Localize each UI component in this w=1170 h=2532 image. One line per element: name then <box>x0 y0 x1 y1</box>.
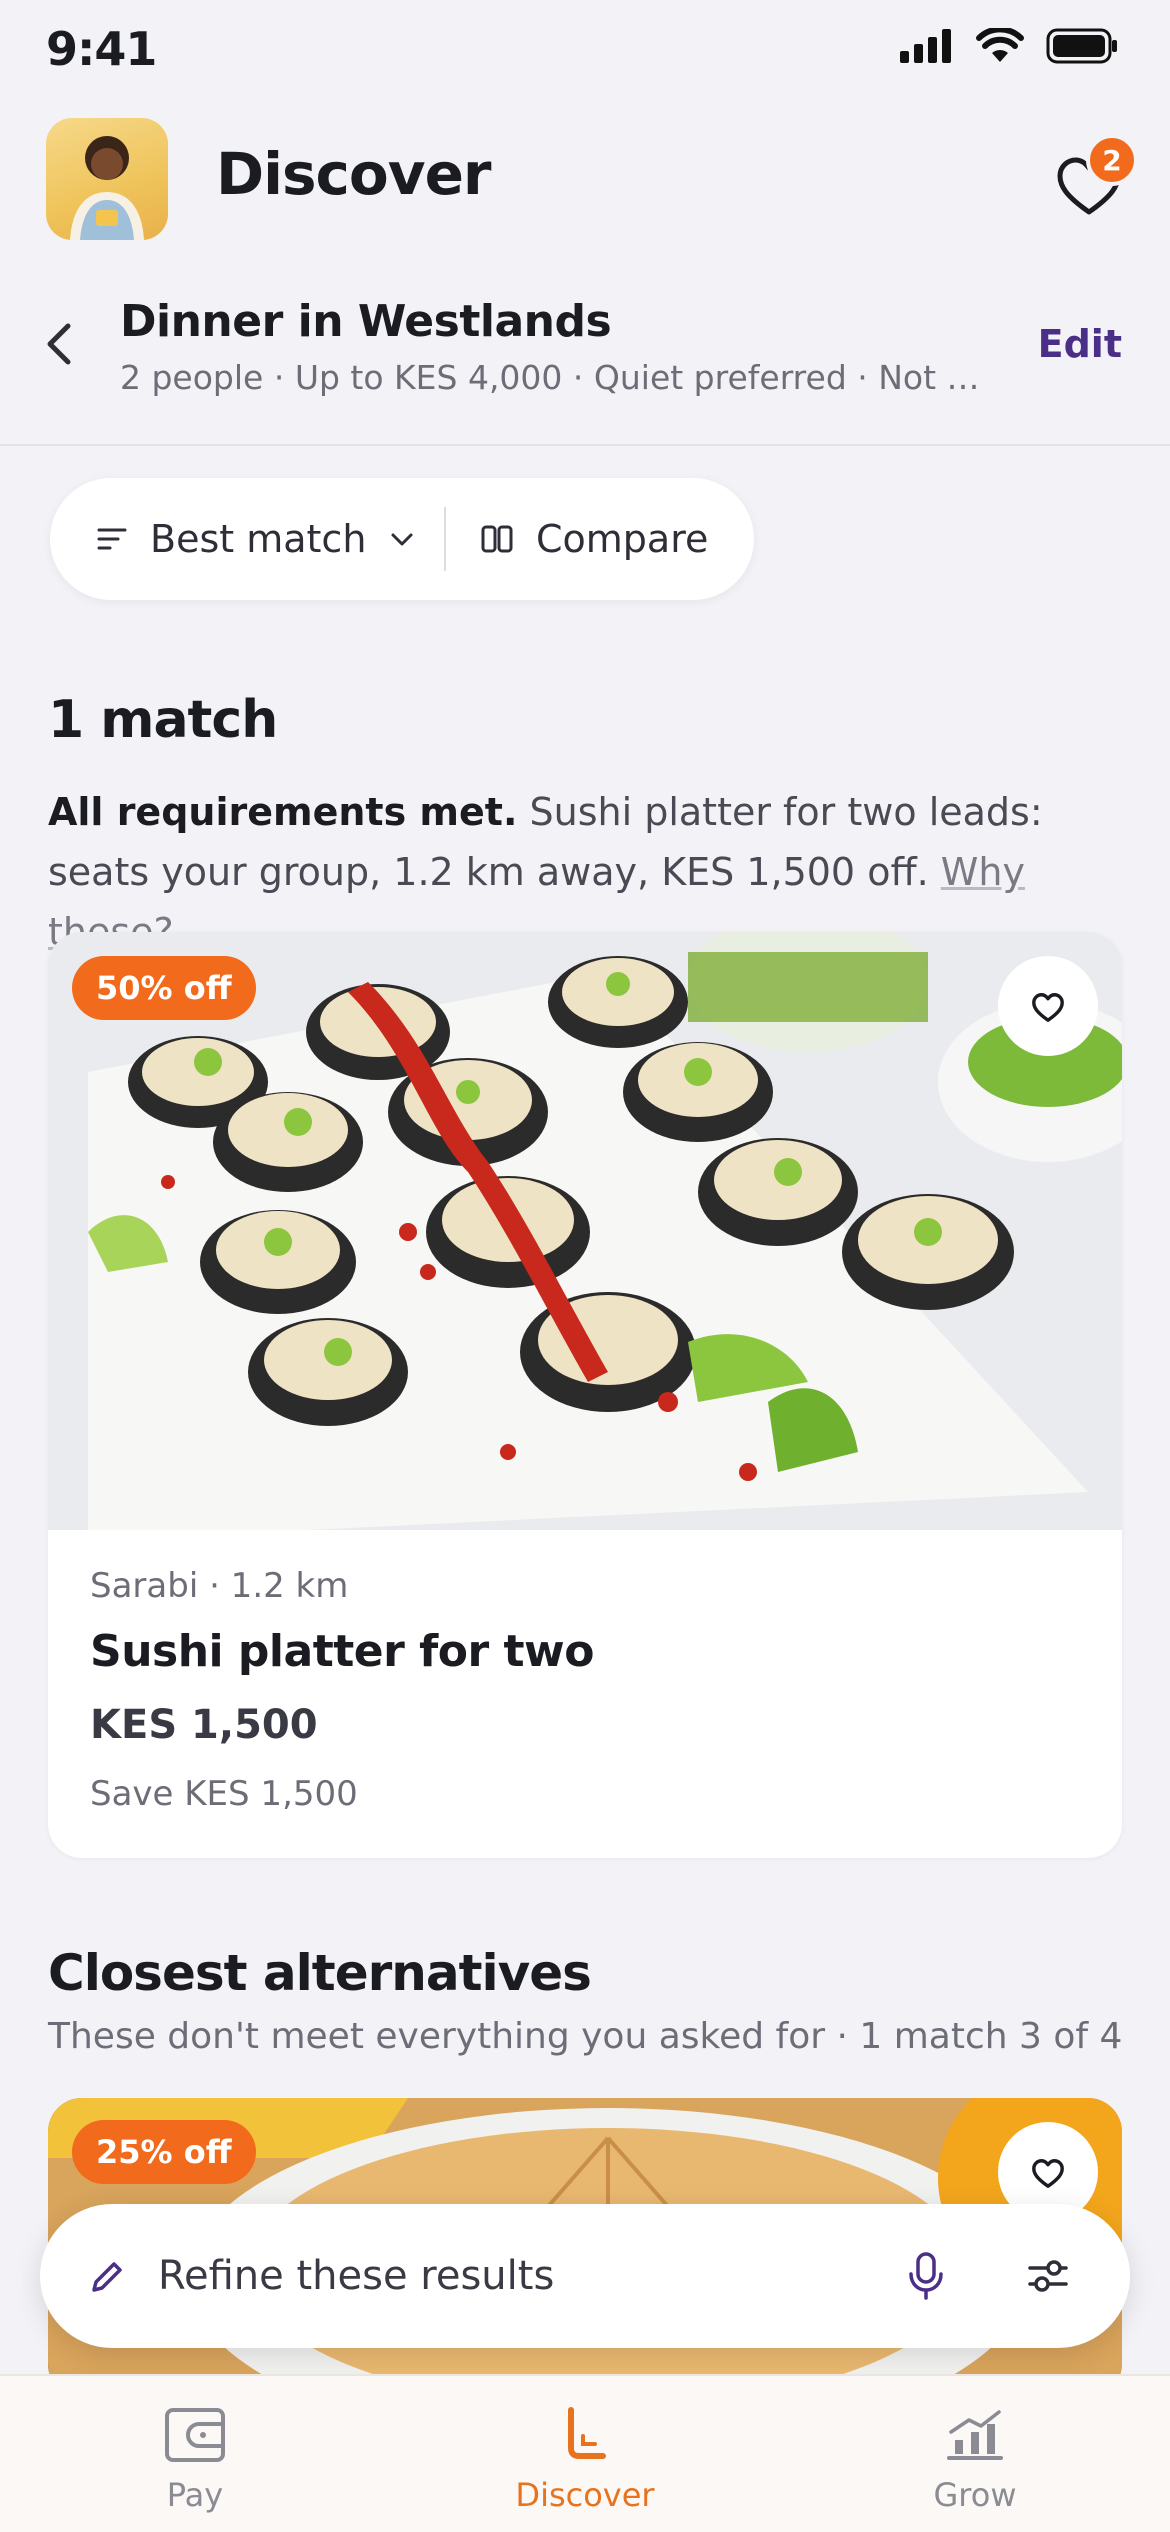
tab-grow[interactable]: Grow <box>780 2376 1170 2532</box>
venue-distance: Sarabi · 1.2 km <box>90 1566 349 1606</box>
page-title: Discover <box>216 140 492 208</box>
offer-price: KES 1,500 <box>90 1702 318 1748</box>
offer-card[interactable]: 50% off Sarabi · 1.2 km Sushi platter fo… <box>48 932 1122 1858</box>
avatar[interactable] <box>46 118 168 240</box>
status-icons <box>900 28 1118 64</box>
voice-input-button[interactable] <box>890 2240 962 2312</box>
favorites-count-badge: 2 <box>1086 134 1138 186</box>
offer-title: Sushi platter for two <box>90 1626 594 1677</box>
cellular-signal-icon <box>900 29 951 63</box>
battery-icon <box>1046 28 1117 64</box>
sort-lines-icon <box>97 528 127 550</box>
edit-button[interactable]: Edit <box>1038 322 1122 366</box>
pencil-icon <box>92 2262 122 2292</box>
tab-pay[interactable]: Pay <box>0 2376 390 2532</box>
back-button[interactable] <box>36 312 84 376</box>
refine-input[interactable]: Refine these results <box>158 2253 890 2299</box>
match-count-heading: 1 match <box>48 690 278 750</box>
wallet-icon <box>165 2408 225 2462</box>
heart-icon <box>1032 993 1064 1022</box>
status-time: 9:41 <box>46 22 157 76</box>
compare-label: Compare <box>536 517 709 561</box>
alternative-discount-badge: 25% off <box>72 2120 256 2184</box>
chevron-left-icon <box>47 323 71 365</box>
compare-button[interactable]: Compare <box>446 478 708 600</box>
context-title: Dinner in Westlands <box>120 296 612 347</box>
context-subtitle: 2 people · Up to KES 4,000 · Quiet prefe… <box>120 358 980 397</box>
summary-bold: All requirements met. <box>48 790 518 834</box>
discover-icon <box>568 2407 606 2459</box>
tab-pay-label: Pay <box>166 2476 224 2514</box>
tab-discover-label: Discover <box>515 2476 655 2514</box>
tab-grow-label: Grow <box>933 2476 1017 2514</box>
microphone-icon <box>909 2252 943 2300</box>
avatar-person-icon <box>70 136 144 240</box>
sort-label: Best match <box>150 517 367 561</box>
sushi-platter-image <box>48 932 1122 1530</box>
sort-compare-toolbar: Best match Compare <box>50 478 754 600</box>
offer-savings: Save KES 1,500 <box>90 1774 358 1814</box>
header-divider <box>0 444 1170 446</box>
favorites-button[interactable]: 2 <box>1044 134 1138 228</box>
alternatives-heading: Closest alternatives <box>48 1944 592 2002</box>
discount-badge: 50% off <box>72 956 256 1020</box>
heart-icon <box>1032 2159 1064 2188</box>
compare-columns-icon <box>481 525 513 553</box>
chevron-down-icon <box>391 533 413 546</box>
sort-dropdown[interactable]: Best match <box>50 478 444 600</box>
filters-button[interactable] <box>1012 2240 1084 2312</box>
wifi-icon <box>976 28 1024 62</box>
refine-bar: Refine these results <box>40 2204 1130 2348</box>
bottom-tab-bar: Pay Discover Grow <box>0 2374 1170 2532</box>
sliders-icon <box>1028 2260 1068 2292</box>
alternatives-subtitle: These don't meet everything you asked fo… <box>48 2016 1123 2057</box>
growth-chart-icon <box>947 2410 1003 2460</box>
save-favorite-button[interactable] <box>998 956 1098 1056</box>
tab-discover[interactable]: Discover <box>390 2376 780 2532</box>
